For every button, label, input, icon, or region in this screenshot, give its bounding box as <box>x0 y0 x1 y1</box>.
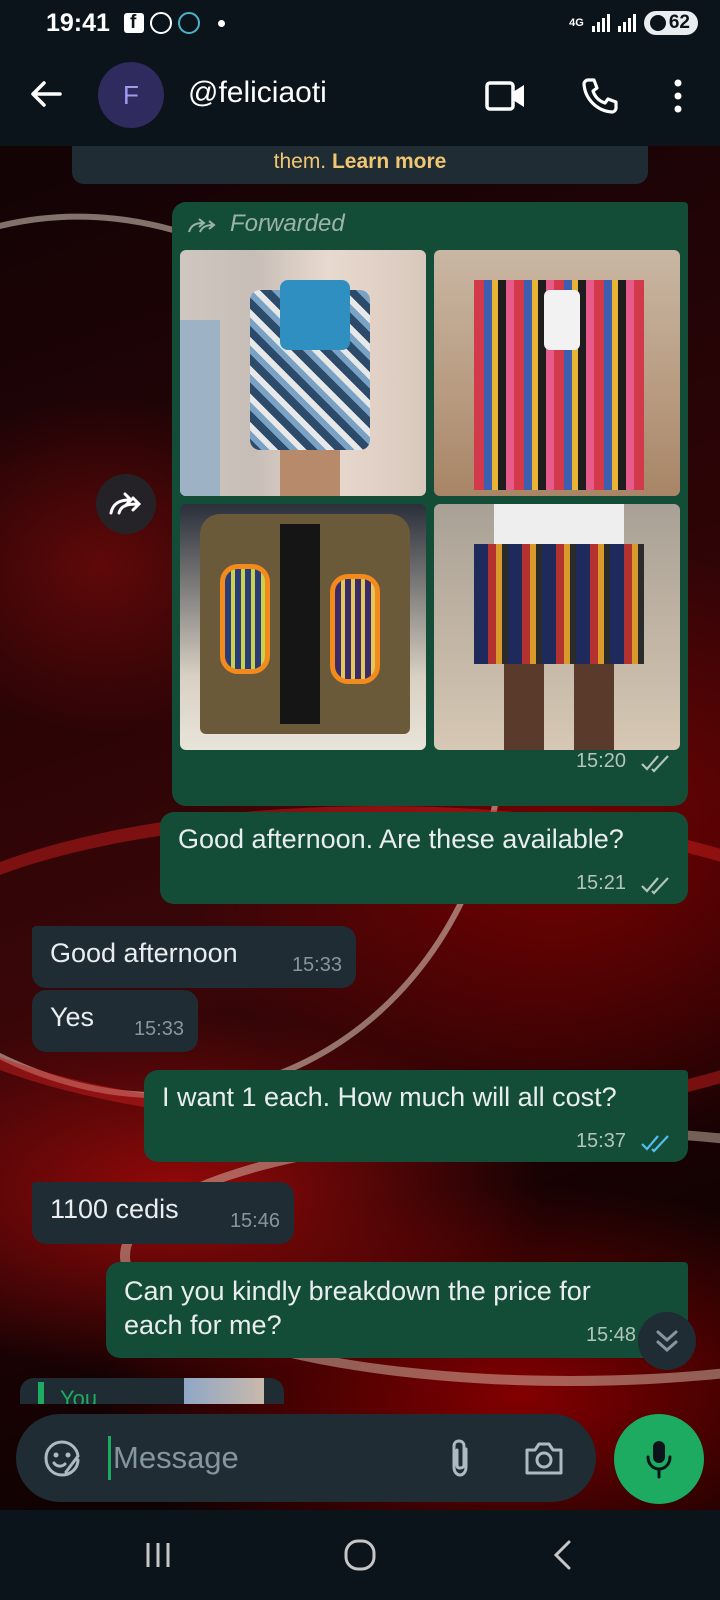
incoming-message[interactable]: Good afternoon 15:33 <box>32 926 356 988</box>
scroll-to-bottom-button[interactable] <box>638 1312 696 1370</box>
message-time: 15:48 <box>585 1324 636 1346</box>
messenger-icon <box>177 12 200 34</box>
voice-message-button[interactable] <box>614 1414 704 1504</box>
message-text: Yes <box>50 1002 95 1032</box>
notice-text: them. <box>273 150 332 173</box>
forward-arrow-icon <box>109 492 142 515</box>
facebook-icon <box>123 12 144 34</box>
incoming-reply-preview[interactable]: You <box>20 1378 284 1404</box>
voice-call-button[interactable] <box>576 72 624 120</box>
system-icons: 4G 62 <box>569 11 698 35</box>
learn-more-link[interactable]: Learn more <box>332 150 446 173</box>
album-photo-4[interactable] <box>434 504 680 750</box>
chat-header: F @feliciaoti <box>0 46 720 146</box>
album-photo-2[interactable] <box>434 250 680 496</box>
home-button[interactable] <box>330 1530 390 1580</box>
outgoing-message[interactable]: I want 1 each. How much will all cost? 1… <box>144 1070 688 1162</box>
avatar[interactable]: F <box>98 62 164 128</box>
microphone-icon <box>646 1441 672 1479</box>
more-vertical-icon <box>674 79 682 113</box>
signal-icon <box>591 14 610 32</box>
read-double-check-icon <box>641 1135 669 1153</box>
chevron-left-icon <box>553 1540 571 1570</box>
message-time: 15:46 <box>229 1210 280 1232</box>
whatsapp-icon <box>149 12 172 34</box>
forward-button[interactable] <box>96 474 156 534</box>
message-time: 15:37 <box>575 1130 626 1152</box>
message-text: I want 1 each. How much will all cost? <box>162 1082 617 1112</box>
message-text: Can you kindly breakdown the price for e… <box>124 1276 591 1340</box>
more-notifications-dot-icon <box>217 19 225 27</box>
recent-apps-button[interactable] <box>128 1530 188 1580</box>
more-options-button[interactable] <box>654 72 702 120</box>
battery-saver-icon <box>649 15 666 31</box>
message-text: Good afternoon. Are these available? <box>178 824 624 854</box>
double-chevron-down-icon <box>656 1330 678 1353</box>
system-navigation-bar <box>0 1510 720 1600</box>
home-icon <box>344 1539 376 1571</box>
video-call-button[interactable] <box>482 72 530 120</box>
forwarded-icon <box>188 218 216 233</box>
forwarded-album-bubble[interactable]: Forwarded 15:20 <box>172 202 688 806</box>
incoming-message[interactable]: 1100 cedis 15:46 <box>32 1182 294 1244</box>
reply-thumbnail <box>184 1378 264 1404</box>
album-photo-1[interactable] <box>180 250 426 496</box>
message-text: 1100 cedis <box>50 1194 179 1224</box>
battery-indicator: 62 <box>643 11 698 35</box>
outgoing-message[interactable]: Can you kindly breakdown the price for e… <box>106 1262 688 1358</box>
camera-button[interactable] <box>520 1434 568 1482</box>
notification-icons <box>123 12 225 34</box>
message-time: 15:20 <box>575 750 626 772</box>
system-back-button[interactable] <box>532 1530 592 1580</box>
album-photo-3[interactable] <box>180 504 426 750</box>
double-check-icon <box>641 877 669 895</box>
back-button[interactable] <box>26 74 66 114</box>
network-type: 4G <box>569 17 584 29</box>
arrow-left-icon <box>31 81 62 107</box>
sticker-smiley-icon <box>44 1440 80 1477</box>
incoming-message[interactable]: Yes 15:33 <box>32 990 198 1052</box>
reply-author: You <box>60 1386 98 1404</box>
status-time: 19:41 <box>46 8 110 37</box>
camera-icon <box>525 1442 563 1475</box>
message-time: 15:33 <box>133 1018 184 1040</box>
privacy-notice: them. Learn more <box>72 146 648 184</box>
phone-icon <box>582 78 618 114</box>
contact-name[interactable]: @feliciaoti <box>188 76 327 110</box>
double-check-icon <box>641 755 669 773</box>
recent-apps-icon <box>146 1543 170 1567</box>
battery-level: 62 <box>668 12 690 33</box>
emoji-button[interactable] <box>38 1434 86 1482</box>
forwarded-label: Forwarded <box>230 210 345 237</box>
message-time: 15:33 <box>291 954 342 976</box>
status-bar: 19:41 4G 62 <box>0 0 720 46</box>
message-composer <box>16 1414 596 1502</box>
attach-button[interactable] <box>436 1434 484 1482</box>
message-input[interactable] <box>108 1436 438 1480</box>
message-text: Good afternoon <box>50 938 238 968</box>
outgoing-message[interactable]: Good afternoon. Are these available? 15:… <box>160 812 688 904</box>
video-camera-icon <box>485 81 524 111</box>
paperclip-icon <box>452 1439 468 1477</box>
signal-icon-2 <box>617 14 636 32</box>
message-time: 15:21 <box>575 872 626 894</box>
